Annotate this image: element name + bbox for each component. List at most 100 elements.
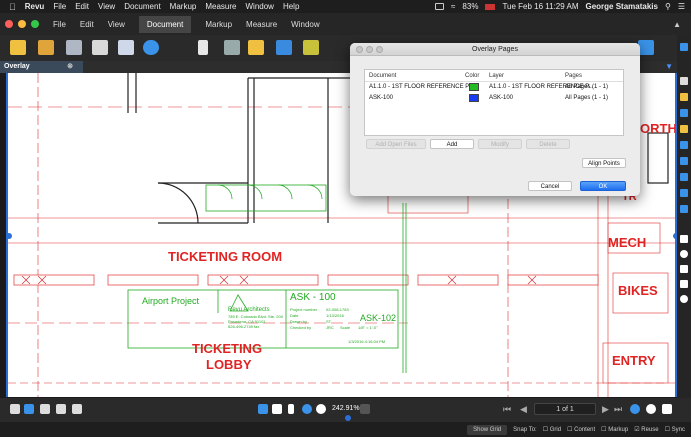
dialog-minimize-button[interactable]: [366, 46, 373, 53]
tab-window[interactable]: Window: [291, 20, 319, 29]
last-page-icon[interactable]: ⏭: [614, 404, 622, 415]
text-select-icon[interactable]: [258, 404, 268, 414]
menu-markup[interactable]: Markup: [170, 2, 197, 11]
thumbnails-icon[interactable]: [10, 404, 20, 414]
new-document-icon[interactable]: [10, 40, 26, 55]
panel-collapse-icon[interactable]: ▼: [665, 62, 673, 71]
tab-document[interactable]: Document: [138, 15, 192, 33]
save-icon[interactable]: [66, 40, 82, 55]
dialog-zoom-button[interactable]: [376, 46, 383, 53]
tab-file[interactable]: File: [53, 20, 66, 29]
tool-highlight-icon[interactable]: [680, 93, 688, 101]
tool-arc-icon[interactable]: [680, 157, 688, 165]
cancel-button[interactable]: Cancel: [528, 181, 572, 191]
stamp-icon[interactable]: [224, 40, 240, 55]
email-icon[interactable]: [118, 40, 134, 55]
print-icon[interactable]: [92, 40, 108, 55]
column-header-color[interactable]: Color: [465, 73, 479, 79]
continuous-icon[interactable]: [40, 404, 50, 414]
tool-line-icon[interactable]: [680, 125, 688, 133]
tool-callout-icon[interactable]: [680, 205, 688, 213]
reuse-checkbox[interactable]: ☑ Reuse: [634, 426, 658, 433]
tool-cloud-icon[interactable]: [680, 173, 688, 181]
open-folder-icon[interactable]: [38, 40, 54, 55]
next-view-icon[interactable]: [646, 404, 656, 414]
table-row[interactable]: ASK-100 ASK-100 All Pages (1 - 1): [365, 93, 623, 104]
tool-a-icon[interactable]: [680, 43, 688, 51]
page-icon[interactable]: [198, 40, 208, 55]
row-color-swatch[interactable]: [469, 94, 479, 102]
page-number-field[interactable]: 1 of 1: [534, 403, 596, 415]
tab-edit[interactable]: Edit: [80, 20, 94, 29]
next-page-icon[interactable]: ▶: [602, 404, 609, 415]
prev-page-icon[interactable]: ◀: [520, 404, 527, 415]
pan-hand-icon[interactable]: [272, 404, 282, 414]
delete-button[interactable]: Delete: [526, 139, 570, 149]
menu-revu[interactable]: Revu: [25, 2, 45, 11]
tool-rectangle-icon[interactable]: [680, 235, 688, 243]
menu-view[interactable]: View: [98, 2, 115, 11]
view-mode-icon[interactable]: [638, 40, 654, 55]
zoom-window-button[interactable]: [31, 20, 39, 28]
ok-button[interactable]: OK: [580, 181, 626, 191]
tab-view[interactable]: View: [108, 20, 125, 29]
tool-pen-icon[interactable]: [680, 109, 688, 117]
columns-icon[interactable]: [72, 404, 82, 414]
show-grid-button[interactable]: Show Grid: [467, 424, 508, 435]
row-color-swatch[interactable]: [469, 83, 479, 91]
single-page-icon[interactable]: [24, 404, 34, 414]
clock[interactable]: Tue Feb 16 11:29 AM: [502, 2, 578, 11]
display-icon[interactable]: [435, 3, 445, 10]
layers-icon[interactable]: [276, 40, 292, 55]
menu-document[interactable]: Document: [124, 2, 160, 11]
zoom-icon[interactable]: [316, 404, 326, 414]
menu-help[interactable]: Help: [283, 2, 299, 11]
align-points-button[interactable]: Align Points: [582, 158, 626, 168]
snap-markup-checkbox[interactable]: ☐ Markup: [601, 426, 628, 433]
tool-arrow-icon[interactable]: [680, 141, 688, 149]
apple-icon[interactable]: : [9, 2, 16, 12]
menu-file[interactable]: File: [53, 2, 66, 11]
zoom-level[interactable]: 242.91%: [332, 405, 360, 412]
panel-close-icon[interactable]: ⊗: [67, 61, 73, 73]
dialog-close-button[interactable]: [356, 46, 363, 53]
add-button[interactable]: Add: [430, 139, 474, 149]
overlay-panel-tab[interactable]: Overlay ⊗: [0, 61, 83, 73]
column-header-document[interactable]: Document: [369, 73, 396, 79]
menu-measure[interactable]: Measure: [205, 2, 236, 11]
tool-stamp-icon[interactable]: [680, 280, 688, 288]
collapse-icon[interactable]: ▲: [673, 20, 681, 29]
flag-icon[interactable]: [485, 3, 496, 10]
wifi-icon[interactable]: ≈: [451, 2, 455, 11]
table-row[interactable]: A1.1.0 - 1ST FLOOR REFERENCE P... A1.1.0…: [365, 82, 623, 93]
tab-measure[interactable]: Measure: [246, 20, 277, 29]
studio-icon[interactable]: [143, 40, 159, 55]
markup-tool-icon[interactable]: [248, 40, 264, 55]
document-icon[interactable]: [662, 404, 672, 414]
modify-button[interactable]: Modify: [478, 139, 522, 149]
column-header-layer[interactable]: Layer: [489, 73, 504, 79]
tool-polygon-icon[interactable]: [680, 189, 688, 197]
tool-settings-icon[interactable]: [680, 295, 688, 303]
menu-edit[interactable]: Edit: [75, 2, 89, 11]
minimize-window-button[interactable]: [18, 20, 26, 28]
zoom-stepper[interactable]: [360, 404, 370, 414]
battery-label[interactable]: 83%: [462, 2, 478, 11]
tool-print-icon[interactable]: [680, 77, 688, 85]
tool-ellipse-icon[interactable]: [680, 250, 688, 258]
split-view-icon[interactable]: [56, 404, 66, 414]
tool-text-icon[interactable]: [680, 265, 688, 273]
close-window-button[interactable]: [5, 20, 13, 28]
tab-markup[interactable]: Markup: [205, 20, 232, 29]
select-arrow-icon[interactable]: [288, 404, 294, 414]
previous-view-icon[interactable]: [630, 404, 640, 414]
user-name[interactable]: George Stamatakis: [585, 2, 657, 11]
sync-checkbox[interactable]: ☐ Sync: [665, 426, 685, 433]
bottom-resize-handle[interactable]: [345, 415, 351, 421]
snap-grid-checkbox[interactable]: ☐ Grid: [543, 426, 561, 433]
notification-center-icon[interactable]: ☰: [678, 2, 685, 11]
menu-window[interactable]: Window: [245, 2, 273, 11]
add-open-files-button[interactable]: Add Open Files: [366, 139, 426, 149]
zoom-area-icon[interactable]: [302, 404, 312, 414]
snap-content-checkbox[interactable]: ☐ Content: [567, 426, 595, 433]
